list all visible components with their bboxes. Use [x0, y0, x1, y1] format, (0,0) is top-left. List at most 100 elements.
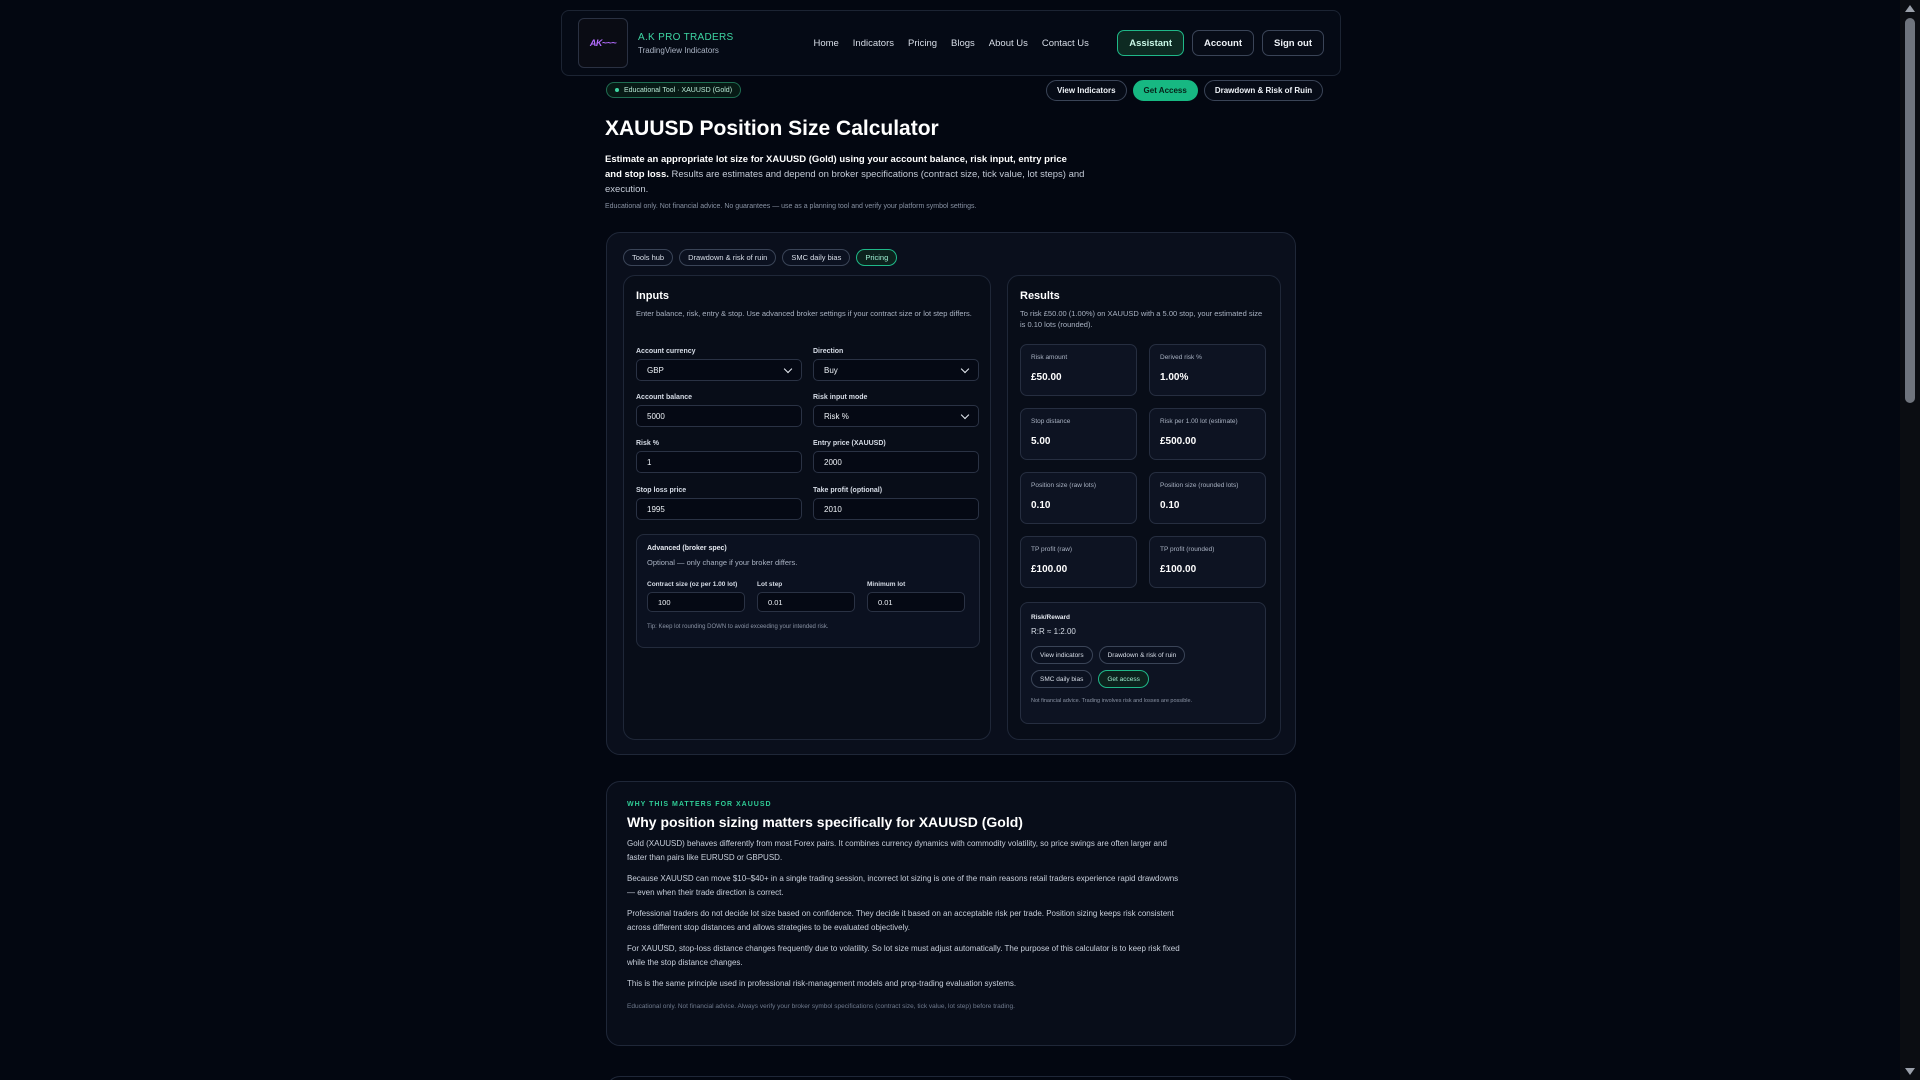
- entry-price-label: Entry price (XAUUSD): [813, 440, 886, 447]
- account-button[interactable]: Account: [1192, 30, 1254, 56]
- take-profit-field: Take profit (optional) 2010: [813, 487, 979, 520]
- entry-price-field: Entry price (XAUUSD) 2000: [813, 440, 979, 473]
- risk-mode-select[interactable]: Risk %: [813, 405, 979, 427]
- stat-label: Position size (rounded lots): [1160, 482, 1239, 489]
- take-profit-value: 2010: [824, 504, 842, 514]
- lot-step-input[interactable]: 0.01: [757, 592, 855, 612]
- inputs-card: Inputs Enter balance, risk, entry & stop…: [623, 275, 991, 740]
- nav-pricing[interactable]: Pricing: [908, 38, 937, 49]
- lot-step-field: Lot step 0.01: [757, 581, 855, 612]
- scroll-down-arrow-icon[interactable]: [1905, 1068, 1915, 1075]
- brand-logo-icon[interactable]: AK~~~: [578, 18, 628, 68]
- minimum-lot-field: Minimum lot 0.01: [867, 581, 965, 612]
- logo-mark: AK~~~: [589, 38, 617, 48]
- stat-label: Derived risk %: [1160, 354, 1202, 361]
- entry-price-value: 2000: [824, 457, 842, 467]
- account-balance-field: Account balance 5000: [636, 394, 802, 427]
- risk-mode-label: Risk input mode: [813, 394, 868, 401]
- risk-reward-value: R:R ≈ 1:2.00: [1031, 627, 1076, 636]
- direction-select[interactable]: Buy: [813, 359, 979, 381]
- why-paragraph: Gold (XAUUSD) behaves differently from m…: [627, 839, 1167, 862]
- tool-chips: Tools hub Drawdown & risk of ruin SMC da…: [623, 249, 898, 266]
- view-indicators-button[interactable]: View Indicators: [1046, 80, 1127, 101]
- nav-indicators[interactable]: Indicators: [853, 38, 894, 49]
- risk-pct-input[interactable]: 1: [636, 451, 802, 473]
- nav-about-us[interactable]: About Us: [989, 38, 1028, 49]
- inputs-description: Enter balance, risk, entry & stop. Use a…: [636, 309, 972, 318]
- stop-loss-label: Stop loss price: [636, 487, 687, 494]
- stat-label: Stop distance: [1031, 418, 1071, 425]
- advanced-title: Advanced (broker spec): [647, 545, 727, 552]
- why-title: Why position sizing matters specifically…: [627, 814, 1023, 830]
- hero-description: Estimate an appropriate lot size for XAU…: [605, 152, 1085, 197]
- risk-pct-label: Risk %: [636, 440, 659, 447]
- scrollbar[interactable]: [1900, 0, 1920, 1080]
- minimum-lot-value: 0.01: [878, 597, 893, 607]
- risk-reward-box: Risk/Reward R:R ≈ 1:2.00 View indicators…: [1020, 602, 1266, 724]
- link-smc-daily-bias[interactable]: SMC daily bias: [1031, 670, 1093, 688]
- sign-out-button[interactable]: Sign out: [1262, 30, 1324, 56]
- account-balance-input[interactable]: 5000: [636, 405, 802, 427]
- nav-blogs[interactable]: Blogs: [951, 38, 975, 49]
- account-currency-select[interactable]: GBP: [636, 359, 802, 381]
- take-profit-input[interactable]: 2010: [813, 498, 979, 520]
- minimum-lot-input[interactable]: 0.01: [867, 592, 965, 612]
- nav-contact-us[interactable]: Contact Us: [1042, 38, 1089, 49]
- risk-reward-label: Risk/Reward: [1031, 614, 1071, 621]
- entry-price-input[interactable]: 2000: [813, 451, 979, 473]
- contract-size-field: Contract size (oz per 1.00 lot) 100: [647, 581, 745, 612]
- stop-loss-value: 1995: [647, 504, 665, 514]
- direction-field: Direction Buy: [813, 348, 979, 381]
- contract-size-input[interactable]: 100: [647, 592, 745, 612]
- lot-step-value: 0.01: [768, 597, 783, 607]
- risk-mode-value: Risk %: [824, 411, 849, 421]
- link-get-access[interactable]: Get access: [1098, 670, 1149, 688]
- why-eyebrow: WHY THIS MATTERS FOR XAUUSD: [627, 801, 772, 808]
- assistant-button[interactable]: Assistant: [1117, 30, 1184, 56]
- results-summary: To risk £50.00 (1.00%) on XAUUSD with a …: [1020, 309, 1263, 329]
- brand[interactable]: A.K PRO TRADERS TradingView Indicators: [638, 32, 733, 55]
- account-balance-label: Account balance: [636, 394, 693, 401]
- chip-drawdown[interactable]: Drawdown & risk of ruin: [679, 249, 777, 266]
- stat-value: 0.10: [1031, 500, 1051, 511]
- page: AK~~~ A.K PRO TRADERS TradingView Indica…: [0, 0, 1900, 1080]
- get-access-button[interactable]: Get Access: [1132, 80, 1198, 101]
- stop-loss-input[interactable]: 1995: [636, 498, 802, 520]
- results-title: Results: [1020, 290, 1060, 302]
- why-paragraph: Because XAUUSD can move $10–$40+ in a si…: [627, 874, 1179, 897]
- account-currency-value: GBP: [647, 365, 664, 375]
- status-dot-icon: [615, 88, 619, 92]
- chip-smc-daily-bias[interactable]: SMC daily bias: [782, 249, 851, 266]
- chip-tools-hub[interactable]: Tools hub: [623, 249, 674, 266]
- stat-value: 5.00: [1031, 436, 1051, 447]
- tool-badge-label: Educational Tool · XAUUSD (Gold): [624, 86, 733, 94]
- stop-loss-field: Stop loss price 1995: [636, 487, 802, 520]
- drawdown-risk-button[interactable]: Drawdown & Risk of Ruin: [1203, 80, 1324, 101]
- inputs-title: Inputs: [636, 290, 669, 302]
- link-drawdown[interactable]: Drawdown & risk of ruin: [1098, 646, 1186, 664]
- advanced-fields: Contract size (oz per 1.00 lot) 100 Lot …: [647, 581, 969, 612]
- next-section: [606, 1076, 1296, 1080]
- risk-pct-value: 1: [647, 457, 652, 467]
- stat-value: £100.00: [1160, 564, 1197, 575]
- scroll-up-arrow-icon[interactable]: [1905, 5, 1915, 12]
- stat-value: £500.00: [1160, 436, 1197, 447]
- stat-label: TP profit (rounded): [1160, 546, 1215, 553]
- stat-value: 0.10: [1160, 500, 1180, 511]
- stat-tp-raw: TP profit (raw) £100.00: [1020, 536, 1137, 588]
- direction-label: Direction: [813, 348, 844, 355]
- stat-stop-distance: Stop distance 5.00: [1020, 408, 1137, 460]
- nav-home[interactable]: Home: [813, 38, 838, 49]
- link-view-indicators[interactable]: View indicators: [1031, 646, 1093, 664]
- results-card: Results To risk £50.00 (1.00%) on XAUUSD…: [1007, 275, 1281, 740]
- stat-label: Risk amount: [1031, 354, 1068, 361]
- stat-position-raw: Position size (raw lots) 0.10: [1020, 472, 1137, 524]
- hero-actions: View Indicators Get Access Drawdown & Ri…: [1046, 80, 1324, 101]
- page-title: XAUUSD Position Size Calculator: [605, 117, 939, 140]
- chip-pricing[interactable]: Pricing: [856, 249, 898, 266]
- main-nav: Home Indicators Pricing Blogs About Us C…: [813, 38, 1088, 49]
- stat-position-rounded: Position size (rounded lots) 0.10: [1149, 472, 1266, 524]
- tool-badge: Educational Tool · XAUUSD (Gold): [606, 82, 742, 98]
- results-disclaimer: Not financial advice. Trading involves r…: [1031, 698, 1193, 704]
- scrollbar-thumb[interactable]: [1905, 18, 1915, 403]
